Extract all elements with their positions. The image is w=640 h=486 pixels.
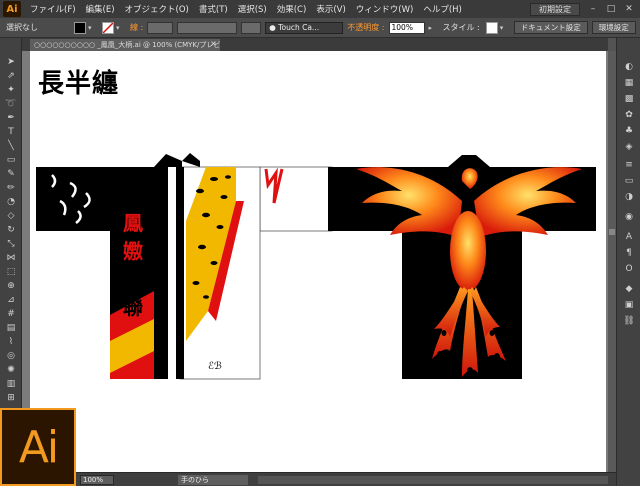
brushes-icon[interactable]: ✿ <box>623 110 635 121</box>
lasso-icon[interactable]: ➰ <box>4 98 18 110</box>
zoom-level-field[interactable]: 100% <box>80 475 114 485</box>
color-guide-icon[interactable]: ▦ <box>623 78 635 89</box>
variable-width-profile[interactable] <box>177 21 238 34</box>
paragraph-icon[interactable]: ¶ <box>623 248 635 259</box>
blend-icon[interactable]: ◎ <box>4 350 18 362</box>
maximize-button[interactable]: □ <box>604 3 618 15</box>
menu-type[interactable]: 書式(T) <box>194 3 233 15</box>
minimize-button[interactable]: – <box>586 3 600 15</box>
rotate-icon[interactable]: ↻ <box>4 224 18 236</box>
eyedropper-icon[interactable]: ⌇ <box>4 336 18 348</box>
status-bar: 100% 手のひら <box>22 472 616 486</box>
direct-selection-icon[interactable]: ⇗ <box>4 70 18 82</box>
menu-object[interactable]: オブジェクト(O) <box>120 3 194 15</box>
swatches-icon[interactable]: ▩ <box>623 94 635 105</box>
workspace-switcher[interactable]: 初期設定 <box>530 2 580 16</box>
app-logo: Ai <box>3 1 21 17</box>
menu-window[interactable]: ウィンドウ(W) <box>351 3 419 15</box>
column-graph-icon[interactable]: ▥ <box>4 378 18 390</box>
canvas-area[interactable]: 長半纏 ℰℬ 鳳 嫐 矢 聯 <box>22 51 608 472</box>
menu-bar: Ai ファイル(F) 編集(E) オブジェクト(O) 書式(T) 選択(S) 効… <box>0 0 640 18</box>
gradient-panel-icon[interactable]: ▭ <box>623 176 635 187</box>
blob-brush-icon[interactable]: ◔ <box>4 196 18 208</box>
selection-status: 選択なし <box>6 23 38 32</box>
stroke-label[interactable]: 線 : <box>130 22 143 33</box>
magic-wand-icon[interactable]: ✦ <box>4 84 18 96</box>
no-stroke-icon <box>102 21 114 34</box>
menu-effect[interactable]: 効果(C) <box>272 3 312 15</box>
line-icon[interactable]: ╲ <box>4 140 18 152</box>
happi-back-artwork[interactable] <box>30 51 606 472</box>
opacity-label[interactable]: 不透明度 : <box>347 22 384 33</box>
preferences-button[interactable]: 環境設定 <box>591 21 636 34</box>
free-transform-icon[interactable]: ⬚ <box>4 266 18 278</box>
brush-name: Touch Ca... <box>278 22 320 32</box>
panel-dock: ◐ ▦ ▩ ✿ ♣ ◈ ≡ ▭ ◑ ◉ A ¶ O ◆ ▣ ⛓ <box>616 38 640 486</box>
horizontal-scrollbar[interactable] <box>258 476 608 484</box>
menu-edit[interactable]: 編集(E) <box>81 3 120 15</box>
symbol-sprayer-icon[interactable]: ✺ <box>4 364 18 376</box>
selection-icon[interactable]: ➤ <box>4 56 18 68</box>
width-icon[interactable]: ⋈ <box>4 252 18 264</box>
illustrator-logo: Ai <box>0 408 76 486</box>
menu-select[interactable]: 選択(S) <box>233 3 272 15</box>
fill-dropdown-icon[interactable]: ▾ <box>88 22 96 34</box>
gradient-icon[interactable]: ▤ <box>4 322 18 334</box>
symbols-icon[interactable]: ♣ <box>623 126 635 137</box>
phoenix-body <box>450 211 486 291</box>
artboards-icon[interactable]: ▣ <box>623 300 635 311</box>
menu-help[interactable]: ヘルプ(H) <box>418 3 467 15</box>
rectangle-icon[interactable]: ▭ <box>4 154 18 166</box>
perspective-icon[interactable]: ⊿ <box>4 294 18 306</box>
style-label: スタイル : <box>442 23 480 32</box>
stroke-weight-field[interactable] <box>147 21 174 34</box>
links-icon[interactable]: ⛓ <box>623 316 635 327</box>
eraser-icon[interactable]: ◇ <box>4 210 18 222</box>
current-tool-status[interactable]: 手のひら <box>178 475 248 485</box>
menu-view[interactable]: 表示(V) <box>311 3 350 15</box>
appearance-icon[interactable]: ◉ <box>623 212 635 223</box>
stroke-dropdown-icon[interactable]: ▾ <box>116 22 124 34</box>
menu-file[interactable]: ファイル(F) <box>25 3 81 15</box>
graphic-styles-icon[interactable]: ◈ <box>623 142 635 153</box>
scale-icon[interactable]: ⤡ <box>4 238 18 250</box>
opacity-dropdown-icon[interactable]: ▸ <box>429 22 437 34</box>
artboard[interactable]: 長半纏 ℰℬ 鳳 嫐 矢 聯 <box>30 51 606 472</box>
tab-close-icon[interactable]: × <box>210 39 217 48</box>
close-button[interactable]: ✕ <box>622 3 636 15</box>
brush-definition[interactable]: ● Touch Ca... <box>265 21 344 34</box>
document-tab[interactable]: ○○○○○○○○○○ _鳳凰_大柄.ai @ 100% (CMYK/プレビュー) <box>30 39 220 51</box>
transparency-icon[interactable]: ◑ <box>623 192 635 203</box>
type-icon[interactable]: T <box>4 126 18 138</box>
vertical-scrollbar[interactable] <box>608 51 616 472</box>
paintbrush-icon[interactable]: ✎ <box>4 168 18 180</box>
opacity-field[interactable]: 100% <box>388 21 425 34</box>
layers-icon[interactable]: ◆ <box>623 284 635 295</box>
control-bar: 選択なし ▾ ▾ 線 : ● Touch Ca... 不透明度 : 100% ▸… <box>0 18 640 38</box>
graphic-style-swatch[interactable] <box>485 21 498 34</box>
opentype-icon[interactable]: O <box>623 264 635 275</box>
document-tab-bar: ○○○○○○○○○○ _鳳凰_大柄.ai @ 100% (CMYK/プレビュー)… <box>22 38 608 51</box>
artboard-icon[interactable]: ⊞ <box>4 392 18 404</box>
mesh-icon[interactable]: # <box>4 308 18 320</box>
shape-builder-icon[interactable]: ⊕ <box>4 280 18 292</box>
style-dropdown-icon[interactable]: ▾ <box>500 22 508 34</box>
character-icon[interactable]: A <box>623 232 635 243</box>
brush-definition-spacer <box>241 21 262 34</box>
stroke-icon[interactable]: ≡ <box>623 160 635 171</box>
color-icon[interactable]: ◐ <box>623 62 635 73</box>
fill-swatch[interactable] <box>74 21 86 34</box>
back-collar <box>448 155 490 167</box>
pencil-icon[interactable]: ✏ <box>4 182 18 194</box>
vertical-scroll-thumb[interactable] <box>609 229 615 235</box>
pen-icon[interactable]: ✒ <box>4 112 18 124</box>
document-setup-button[interactable]: ドキュメント設定 <box>513 21 588 34</box>
stroke-swatch[interactable] <box>102 21 114 34</box>
